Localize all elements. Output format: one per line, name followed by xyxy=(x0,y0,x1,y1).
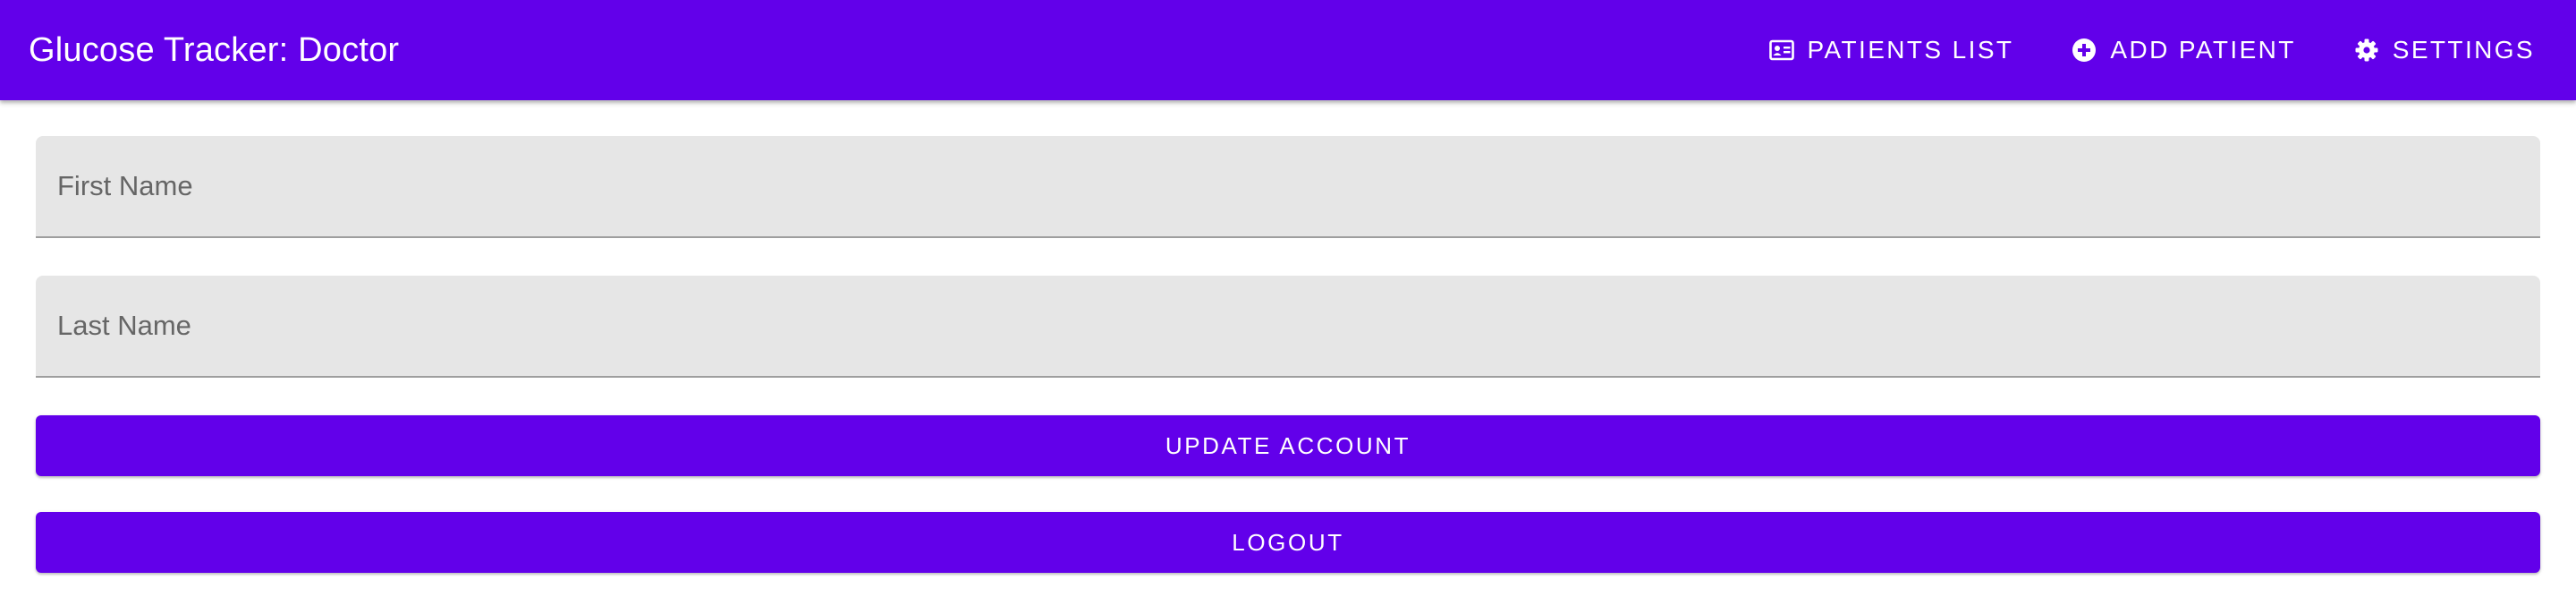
nav-add-patient-label: ADD PATIENT xyxy=(2110,36,2296,64)
last-name-field xyxy=(36,276,2540,378)
nav-patients-list-label: PATIENTS LIST xyxy=(1807,36,2014,64)
logout-button[interactable]: LOGOUT xyxy=(36,512,2540,573)
last-name-input[interactable] xyxy=(36,276,2540,376)
app-bar: Glucose Tracker: Doctor PATIENTS LIST AD… xyxy=(0,0,2576,100)
nav-settings-label: SETTINGS xyxy=(2392,36,2535,64)
top-nav: PATIENTS LIST ADD PATIENT SETTINGS xyxy=(1754,21,2549,79)
first-name-field xyxy=(36,136,2540,238)
add-circle-icon xyxy=(2071,37,2097,64)
nav-patients-list-button[interactable]: PATIENTS LIST xyxy=(1754,21,2029,79)
id-card-icon xyxy=(1768,37,1795,64)
account-form: UPDATE ACCOUNT LOGOUT xyxy=(36,136,2540,573)
first-name-input[interactable] xyxy=(36,136,2540,236)
update-account-button[interactable]: UPDATE ACCOUNT xyxy=(36,415,2540,476)
gear-icon xyxy=(2353,37,2380,64)
nav-settings-button[interactable]: SETTINGS xyxy=(2339,21,2549,79)
app-title: Glucose Tracker: Doctor xyxy=(29,30,400,69)
nav-add-patient-button[interactable]: ADD PATIENT xyxy=(2056,21,2309,79)
